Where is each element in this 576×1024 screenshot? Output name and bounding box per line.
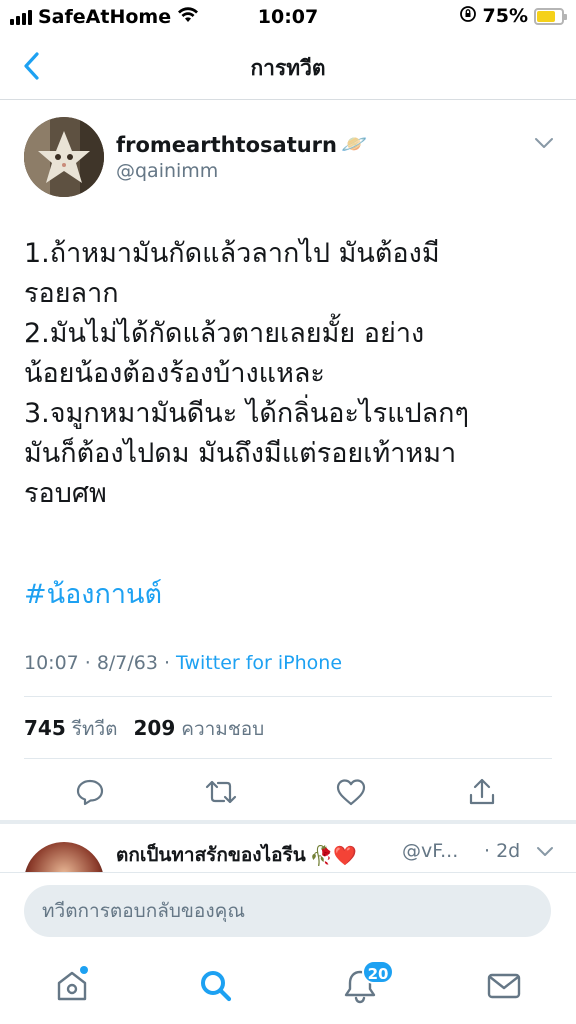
reply-options-button[interactable] <box>536 842 554 861</box>
battery-icon <box>534 7 567 25</box>
heart-icon <box>336 779 366 806</box>
hashtag-link[interactable]: #น้องกานต์ <box>24 572 162 615</box>
like-label[interactable]: ความชอบ <box>181 714 264 744</box>
tab-messages[interactable] <box>484 966 524 1006</box>
reply-tweet-preview[interactable]: ตกเป็นทาสรักของไอรีน 🥀❤️ @vF... · 2d <box>0 824 576 872</box>
tab-notifications[interactable]: 20 <box>340 960 394 1006</box>
reply-author-handle: @vF... <box>402 840 459 862</box>
chevron-down-icon <box>535 138 553 148</box>
share-button[interactable] <box>464 774 500 810</box>
tab-home[interactable] <box>52 966 92 1006</box>
reply-author-avatar[interactable] <box>24 842 104 872</box>
chevron-down-icon <box>537 847 553 856</box>
share-icon <box>469 778 495 805</box>
reply-input[interactable] <box>24 885 551 937</box>
meta-separator: · <box>84 652 91 674</box>
retweet-button[interactable] <box>203 774 239 810</box>
divider <box>24 758 552 759</box>
tab-search[interactable] <box>196 966 236 1006</box>
author-avatar[interactable] <box>24 117 104 197</box>
tweet-source-link[interactable]: Twitter for iPhone <box>176 652 342 674</box>
reply-time: · 2d <box>484 840 521 862</box>
author-display-name[interactable]: fromearthtosaturn 🪐 <box>116 132 367 157</box>
tab-bar: 20 <box>0 950 576 1024</box>
tweet-options-button[interactable] <box>534 134 554 153</box>
like-button[interactable] <box>333 774 369 810</box>
author-handle[interactable]: @qainimm <box>116 160 218 182</box>
nav-bar: การทวีต <box>0 34 576 100</box>
tweet-time: 10:07 <box>24 652 79 674</box>
ringed-planet-emoji: 🪐 <box>341 132 368 156</box>
new-content-dot <box>80 966 88 974</box>
search-icon <box>201 971 232 1002</box>
retweet-count[interactable]: 745 <box>24 716 66 740</box>
reply-author-name[interactable]: ตกเป็นทาสรักของไอรีน 🥀❤️ <box>116 840 357 870</box>
tweet-actions <box>0 774 576 814</box>
tweet-date: 8/7/63 <box>96 652 158 674</box>
retweet-icon <box>205 780 237 804</box>
messages-icon <box>487 973 521 999</box>
status-bar: SafeAtHome 10:07 75% <box>0 0 576 34</box>
orientation-lock-icon <box>459 5 477 27</box>
reply-composer-bar <box>0 872 576 950</box>
like-count[interactable]: 209 <box>134 716 176 740</box>
rose-heart-emoji: 🥀❤️ <box>309 844 358 867</box>
page-title: การทวีต <box>250 56 326 80</box>
notifications-badge: 20 <box>362 960 394 984</box>
divider <box>24 696 552 697</box>
tweet-meta: 10:07 · 8/7/63 · Twitter for iPhone <box>24 652 342 674</box>
battery-percentage: 75% <box>482 5 528 27</box>
tweet-stats: 745 รีทวีต 209 ความชอบ <box>24 714 274 744</box>
meta-separator: · <box>163 652 171 674</box>
reply-icon <box>76 779 104 806</box>
reply-button[interactable] <box>72 774 108 810</box>
tweet-text: 1.ถ้าหมามันกัดแล้วลากไป มันต้องมี รอยลาก… <box>24 238 470 509</box>
retweet-label[interactable]: รีทวีต <box>72 714 118 744</box>
